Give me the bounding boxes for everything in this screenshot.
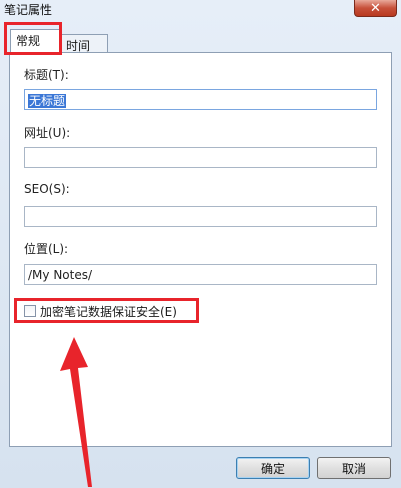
encrypt-option[interactable]: 加密笔记数据保证安全(E) — [24, 303, 177, 319]
url-label: 网址(U): — [24, 126, 71, 140]
tab-time[interactable]: 时间 — [60, 34, 108, 53]
tab-strip: 时间 常规 — [8, 27, 394, 53]
title-input[interactable]: 无标题 — [24, 89, 377, 110]
tab-time-label: 时间 — [66, 39, 91, 53]
window-title: 笔记属性 — [4, 3, 53, 17]
tab-general[interactable]: 常规 — [10, 29, 62, 53]
location-label: 位置(L): — [24, 242, 69, 256]
ok-button[interactable]: 确定 — [236, 457, 310, 479]
close-button[interactable]: ✕ — [354, 0, 397, 17]
cancel-button[interactable]: 取消 — [317, 457, 391, 479]
note-properties-dialog: 笔记属性 ✕ 时间 常规 标题(T): 无标题 网址(U): SEO(S): 位… — [0, 0, 401, 488]
seo-label: SEO(S): — [24, 182, 70, 196]
titlebar: 笔记属性 ✕ — [0, 0, 401, 18]
red-arrow-icon — [60, 337, 92, 487]
seo-input[interactable] — [24, 206, 377, 227]
location-input[interactable] — [24, 264, 377, 285]
title-input-value: 无标题 — [28, 94, 67, 108]
url-input[interactable] — [24, 147, 377, 168]
title-label: 标题(T): — [24, 68, 69, 82]
tab-general-label: 常规 — [16, 34, 41, 48]
encrypt-label: 加密笔记数据保证安全(E) — [40, 304, 177, 319]
close-icon: ✕ — [370, 0, 381, 16]
encrypt-checkbox[interactable] — [24, 305, 36, 317]
